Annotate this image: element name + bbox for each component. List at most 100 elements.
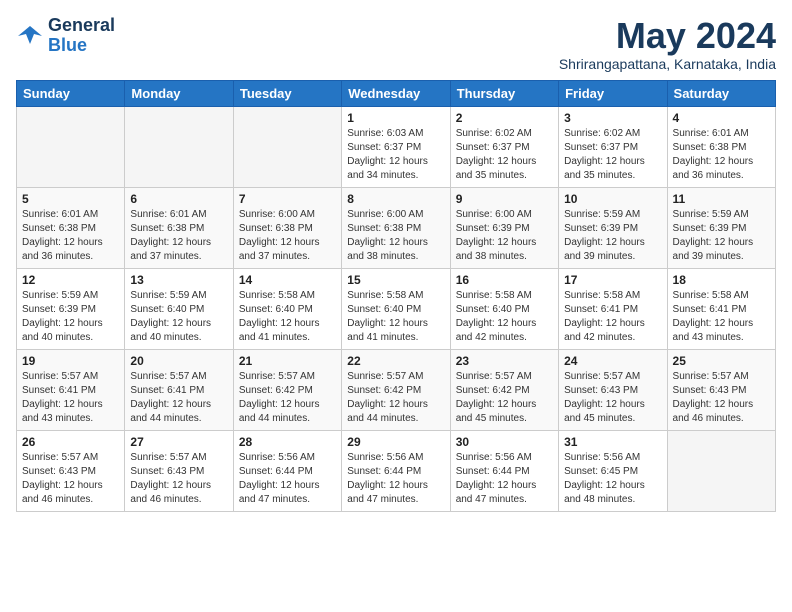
- day-info: Sunrise: 5:59 AM Sunset: 6:39 PM Dayligh…: [673, 208, 770, 264]
- calendar-cell: 25Sunrise: 5:57 AM Sunset: 6:43 PM Dayli…: [667, 349, 775, 430]
- logo-line1: General: [48, 16, 115, 36]
- calendar-table: SundayMondayTuesdayWednesdayThursdayFrid…: [16, 80, 776, 512]
- logo-icon: [16, 22, 44, 50]
- calendar-cell: 16 Sunrise: 5:58 AM Sunset: 6:40 PM Dayli…: [450, 268, 558, 349]
- day-number: 10: [564, 192, 661, 206]
- location-subtitle: Shrirangapattana, Karnataka, India: [559, 56, 776, 72]
- day-info: Sunrise: 5:57 AM Sunset: 6:42 PM Dayligh…: [456, 370, 553, 426]
- calendar-cell: [667, 430, 775, 511]
- day-info: Sunrise: 5:57 AM Sunset: 6:43 PM Dayligh…: [22, 451, 119, 507]
- day-info: Sunrise: 5:59 AM Sunset: 6:39 PM Dayligh…: [564, 208, 661, 264]
- calendar-cell: [233, 106, 341, 187]
- calendar-cell: 6Sunrise: 6:01 AM Sunset: 6:38 PM Daylig…: [125, 187, 233, 268]
- day-info: Sunrise: 6:01 AM Sunset: 6:38 PM Dayligh…: [22, 208, 119, 264]
- title-block: May 2024 Shrirangapattana, Karnataka, In…: [559, 16, 776, 72]
- day-info: Sunrise: 5:58 AM Sunset: 6:41 PM Dayligh…: [564, 289, 661, 345]
- day-info: Sunrise: 6:00 AM Sunset: 6:38 PM Dayligh…: [347, 208, 444, 264]
- page-header: General Blue May 2024 Shrirangapattana, …: [16, 16, 776, 72]
- day-info: Sunrise: 5:58 AM Sunset: 6:41 PM Dayligh…: [673, 289, 770, 345]
- day-number: 25: [673, 354, 770, 368]
- calendar-week-row: 1Sunrise: 6:03 AM Sunset: 6:37 PM Daylig…: [17, 106, 776, 187]
- day-info: Sunrise: 5:57 AM Sunset: 6:43 PM Dayligh…: [564, 370, 661, 426]
- calendar-week-row: 5 Sunrise: 6:01 AM Sunset: 6:38 PM Daylig…: [17, 187, 776, 268]
- day-info: Sunrise: 5:56 AM Sunset: 6:44 PM Dayligh…: [456, 451, 553, 507]
- calendar-week-row: 19 Sunrise: 5:57 AM Sunset: 6:41 PM Dayli…: [17, 349, 776, 430]
- calendar-cell: 24 Sunrise: 5:57 AM Sunset: 6:43 PM Dayli…: [559, 349, 667, 430]
- calendar-cell: 3 Sunrise: 6:02 AM Sunset: 6:37 PM Daylig…: [559, 106, 667, 187]
- day-info: Sunrise: 5:58 AM Sunset: 6:40 PM Dayligh…: [456, 289, 553, 345]
- calendar-cell: 27 Sunrise: 5:57 AM Sunset: 6:43 PM Dayli…: [125, 430, 233, 511]
- day-info: Sunrise: 6:00 AM Sunset: 6:39 PM Dayligh…: [456, 208, 553, 264]
- calendar-cell: 31Sunrise: 5:56 AM Sunset: 6:45 PM Dayli…: [559, 430, 667, 511]
- calendar-cell: 11Sunrise: 5:59 AM Sunset: 6:39 PM Dayli…: [667, 187, 775, 268]
- calendar-cell: 19 Sunrise: 5:57 AM Sunset: 6:41 PM Dayli…: [17, 349, 125, 430]
- day-number: 22: [347, 354, 444, 368]
- day-number: 30: [456, 435, 553, 449]
- calendar-cell: 7Sunrise: 6:00 AM Sunset: 6:38 PM Daylig…: [233, 187, 341, 268]
- day-number: 27: [130, 435, 227, 449]
- day-info: Sunrise: 6:02 AM Sunset: 6:37 PM Dayligh…: [564, 127, 661, 183]
- day-number: 15: [347, 273, 444, 287]
- calendar-cell: 22 Sunrise: 5:57 AM Sunset: 6:42 PM Dayli…: [342, 349, 450, 430]
- day-number: 19: [22, 354, 119, 368]
- day-header-thursday: Thursday: [450, 80, 558, 106]
- calendar-cell: 9 Sunrise: 6:00 AM Sunset: 6:39 PM Daylig…: [450, 187, 558, 268]
- calendar-cell: 21 Sunrise: 5:57 AM Sunset: 6:42 PM Dayli…: [233, 349, 341, 430]
- day-number: 9: [456, 192, 553, 206]
- day-number: 20: [130, 354, 227, 368]
- day-number: 13: [130, 273, 227, 287]
- day-number: 4: [673, 111, 770, 125]
- calendar-cell: 20 Sunrise: 5:57 AM Sunset: 6:41 PM Dayli…: [125, 349, 233, 430]
- calendar-cell: 30 Sunrise: 5:56 AM Sunset: 6:44 PM Dayli…: [450, 430, 558, 511]
- day-info: Sunrise: 5:57 AM Sunset: 6:42 PM Dayligh…: [347, 370, 444, 426]
- day-info: Sunrise: 5:56 AM Sunset: 6:45 PM Dayligh…: [564, 451, 661, 507]
- calendar-cell: [125, 106, 233, 187]
- day-header-friday: Friday: [559, 80, 667, 106]
- month-title: May 2024: [559, 16, 776, 56]
- day-info: Sunrise: 5:57 AM Sunset: 6:43 PM Dayligh…: [130, 451, 227, 507]
- calendar-cell: 2Sunrise: 6:02 AM Sunset: 6:37 PM Daylig…: [450, 106, 558, 187]
- day-info: Sunrise: 5:57 AM Sunset: 6:42 PM Dayligh…: [239, 370, 336, 426]
- day-number: 12: [22, 273, 119, 287]
- day-info: Sunrise: 5:56 AM Sunset: 6:44 PM Dayligh…: [347, 451, 444, 507]
- day-number: 28: [239, 435, 336, 449]
- day-number: 21: [239, 354, 336, 368]
- day-info: Sunrise: 5:59 AM Sunset: 6:39 PM Dayligh…: [22, 289, 119, 345]
- day-info: Sunrise: 5:57 AM Sunset: 6:41 PM Dayligh…: [130, 370, 227, 426]
- calendar-week-row: 26Sunrise: 5:57 AM Sunset: 6:43 PM Dayli…: [17, 430, 776, 511]
- day-number: 8: [347, 192, 444, 206]
- calendar-cell: 18 Sunrise: 5:58 AM Sunset: 6:41 PM Dayli…: [667, 268, 775, 349]
- day-info: Sunrise: 6:01 AM Sunset: 6:38 PM Dayligh…: [130, 208, 227, 264]
- day-info: Sunrise: 6:02 AM Sunset: 6:37 PM Dayligh…: [456, 127, 553, 183]
- day-number: 16: [456, 273, 553, 287]
- day-info: Sunrise: 6:00 AM Sunset: 6:38 PM Dayligh…: [239, 208, 336, 264]
- calendar-cell: 10 Sunrise: 5:59 AM Sunset: 6:39 PM Dayli…: [559, 187, 667, 268]
- calendar-cell: 23Sunrise: 5:57 AM Sunset: 6:42 PM Dayli…: [450, 349, 558, 430]
- day-header-tuesday: Tuesday: [233, 80, 341, 106]
- day-number: 24: [564, 354, 661, 368]
- logo-line2: Blue: [48, 36, 115, 56]
- day-info: Sunrise: 5:58 AM Sunset: 6:40 PM Dayligh…: [347, 289, 444, 345]
- calendar-header-row: SundayMondayTuesdayWednesdayThursdayFrid…: [17, 80, 776, 106]
- calendar-cell: 12 Sunrise: 5:59 AM Sunset: 6:39 PM Dayli…: [17, 268, 125, 349]
- calendar-cell: 13Sunrise: 5:59 AM Sunset: 6:40 PM Dayli…: [125, 268, 233, 349]
- day-info: Sunrise: 6:03 AM Sunset: 6:37 PM Dayligh…: [347, 127, 444, 183]
- calendar-cell: 4 Sunrise: 6:01 AM Sunset: 6:38 PM Daylig…: [667, 106, 775, 187]
- day-number: 5: [22, 192, 119, 206]
- calendar-cell: 14Sunrise: 5:58 AM Sunset: 6:40 PM Dayli…: [233, 268, 341, 349]
- day-number: 18: [673, 273, 770, 287]
- day-info: Sunrise: 5:57 AM Sunset: 6:41 PM Dayligh…: [22, 370, 119, 426]
- logo: General Blue: [16, 16, 115, 56]
- calendar-cell: 15 Sunrise: 5:58 AM Sunset: 6:40 PM Dayli…: [342, 268, 450, 349]
- calendar-cell: 17 Sunrise: 5:58 AM Sunset: 6:41 PM Dayli…: [559, 268, 667, 349]
- day-number: 3: [564, 111, 661, 125]
- calendar-cell: 8 Sunrise: 6:00 AM Sunset: 6:38 PM Daylig…: [342, 187, 450, 268]
- calendar-cell: 29Sunrise: 5:56 AM Sunset: 6:44 PM Dayli…: [342, 430, 450, 511]
- day-info: Sunrise: 5:56 AM Sunset: 6:44 PM Dayligh…: [239, 451, 336, 507]
- calendar-cell: 1Sunrise: 6:03 AM Sunset: 6:37 PM Daylig…: [342, 106, 450, 187]
- day-header-saturday: Saturday: [667, 80, 775, 106]
- calendar-cell: 26Sunrise: 5:57 AM Sunset: 6:43 PM Dayli…: [17, 430, 125, 511]
- day-number: 17: [564, 273, 661, 287]
- day-info: Sunrise: 6:01 AM Sunset: 6:38 PM Dayligh…: [673, 127, 770, 183]
- day-info: Sunrise: 5:58 AM Sunset: 6:40 PM Dayligh…: [239, 289, 336, 345]
